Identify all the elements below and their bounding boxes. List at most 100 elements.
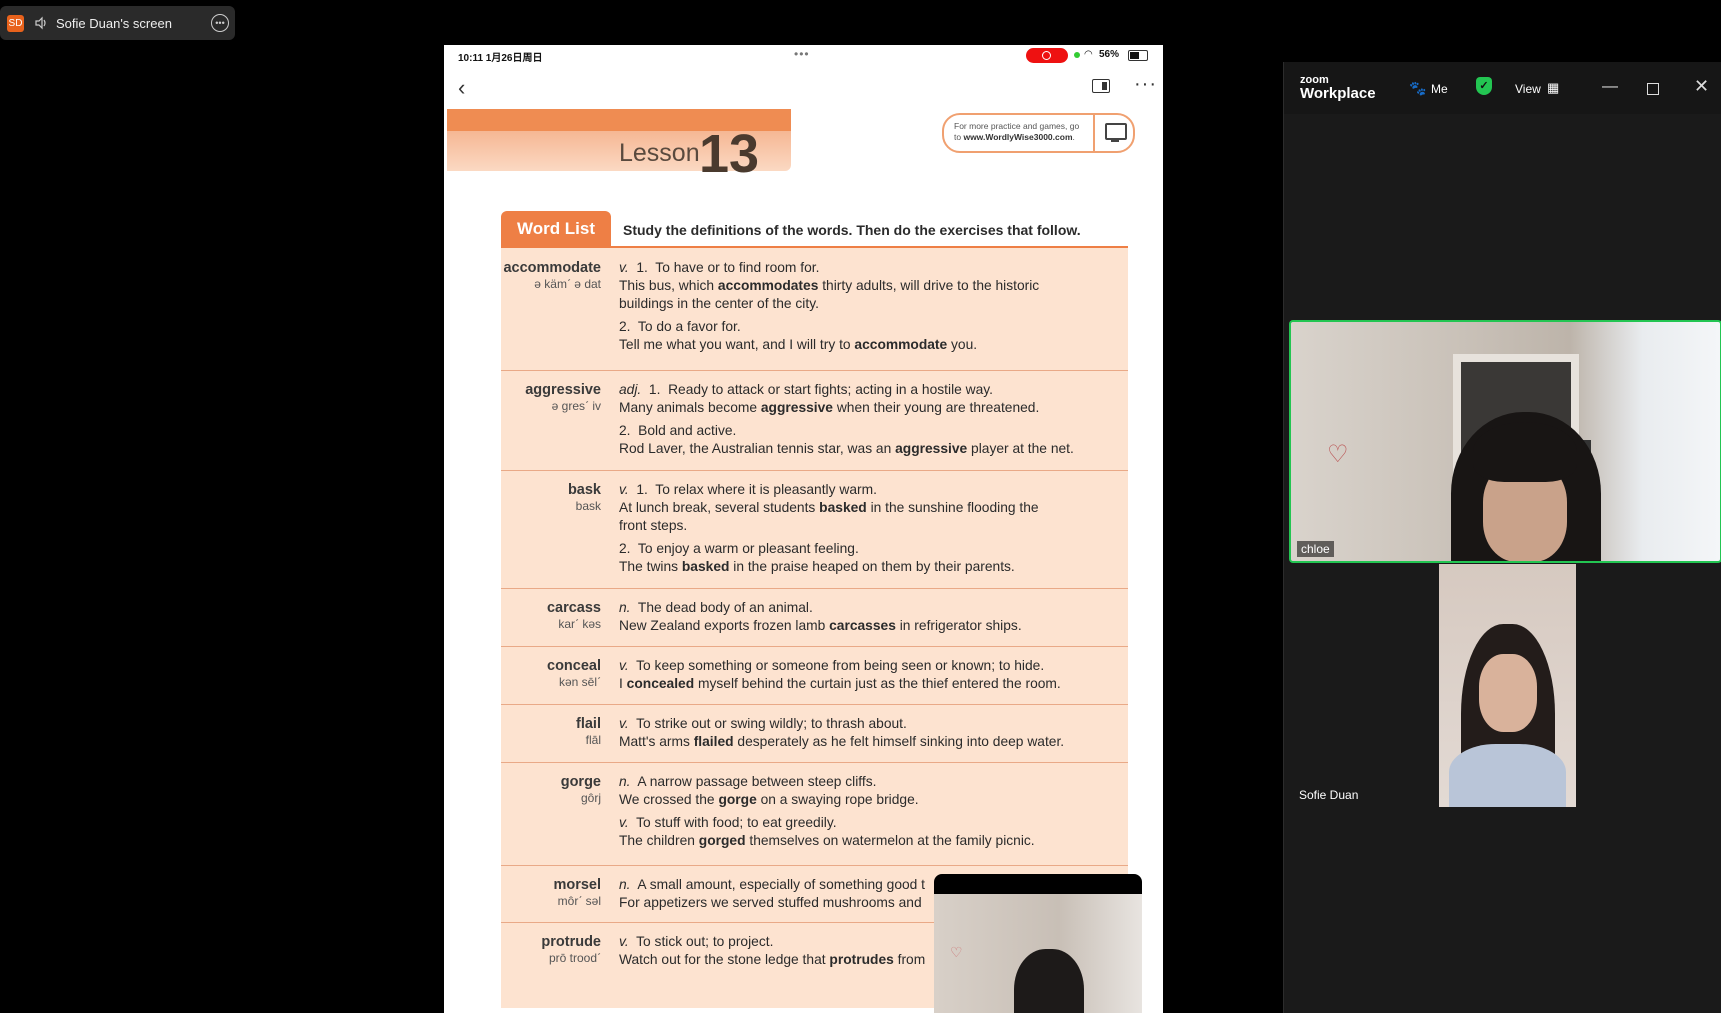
heart-decoration: ♡ [950, 944, 963, 960]
text-segment: To stuff with food; to eat greedily. [628, 815, 837, 830]
definitions: v. To strike out or swing wildly; to thr… [619, 715, 1119, 751]
text-segment: Many animals become [619, 400, 761, 415]
word-entry: accommodate ə kämˊ ə dat v. 1. To have or … [501, 248, 1128, 371]
part-of-speech: n. [619, 877, 631, 892]
definition-line: We crossed the gorge on a swaying rope b… [619, 791, 1119, 809]
close-icon[interactable]: ✕ [1694, 76, 1709, 97]
text-segment: Watch out for the stone ledge that [619, 952, 830, 967]
text-segment: For appetizers we served stuffed mushroo… [619, 895, 922, 910]
vocab-word: protrudes [829, 952, 894, 967]
headword: gorge gôrj [501, 774, 601, 805]
text-segment: from [893, 952, 926, 967]
status-bar: 10:11 1月26日周日 ••• ◠ 56% [444, 45, 1163, 67]
text-segment: New Zealand exports frozen lamb [619, 618, 830, 633]
text-segment: in the praise heaped on them by their pa… [729, 559, 1015, 574]
text-segment: Matt's arms [619, 734, 694, 749]
text-segment: To stick out; to project. [628, 934, 774, 949]
pronunciation: ə gresˊ iv [551, 399, 601, 413]
camera-active-icon [1074, 52, 1080, 58]
definition-line: v. 1. To relax where it is pleasantly wa… [619, 481, 1119, 499]
text-segment: front steps. [619, 518, 688, 533]
vocab-word: basked [681, 559, 730, 574]
headword: protrude prō troodˊ [501, 934, 601, 965]
definition-line: v. 1. To have or to find room for. [619, 259, 1119, 277]
pronunciation: flāl [585, 733, 601, 747]
part-of-speech: v. [619, 716, 629, 731]
speaker-icon[interactable] [34, 16, 48, 30]
definition-line: Matt's arms flailed desperately as he fe… [619, 733, 1119, 751]
minimize-icon[interactable]: — [1602, 78, 1618, 96]
definition-line: n. A narrow passage between steep cliffs… [619, 773, 1119, 791]
part-of-speech: v. [619, 482, 629, 497]
self-view-video[interactable]: ♡ [934, 874, 1142, 1013]
back-chevron-icon[interactable]: ‹ [458, 75, 465, 101]
headword-text: accommodate [503, 260, 601, 276]
part-of-speech: adj. [619, 382, 642, 397]
headword-text: protrude [541, 934, 601, 950]
text-segment: player at the net. [967, 441, 1074, 456]
text-segment: Tell me what you want, and I will try to [619, 337, 855, 352]
text-segment: To strike out or swing wildly; to thrash… [628, 716, 907, 731]
part-of-speech: v. [619, 934, 629, 949]
part-of-speech: n. [619, 774, 631, 789]
text-segment: buildings in the center of the city. [619, 296, 819, 311]
view-button[interactable]: View [1515, 82, 1541, 96]
heart-decoration: ♡ [1327, 441, 1349, 468]
recording-icon[interactable] [1026, 48, 1068, 63]
shield-icon[interactable]: ✓ [1476, 77, 1492, 95]
text-segment: The dead body of an animal. [630, 600, 813, 615]
pronunciation: kən sēlˊ [558, 675, 601, 689]
more-options-icon[interactable]: ••• [211, 14, 229, 32]
text-segment: Rod Laver, the Australian tennis star, w… [619, 441, 896, 456]
sidebar-toggle-icon[interactable] [1092, 79, 1110, 93]
vocab-word: gorged [698, 833, 746, 848]
lesson-word: Lesson [619, 139, 700, 167]
headword-text: carcass [546, 600, 601, 616]
definition-line: n. The dead body of an animal. [619, 599, 1119, 617]
apps-icon[interactable]: 🐾 [1409, 80, 1426, 97]
definition-line: front steps. [619, 517, 1119, 535]
text-segment: you. [947, 337, 978, 352]
shared-screen: 10:11 1月26日周日 ••• ◠ 56% ‹ ··· Lesson 13 … [444, 45, 1163, 1013]
headword-text: aggressive [525, 382, 601, 398]
definition-line: v. To keep something or someone from bei… [619, 657, 1119, 675]
vocab-word: accommodate [854, 337, 948, 352]
promo-text: For more practice and games, go to www.W… [954, 121, 1080, 142]
definition-line: adj. 1. Ready to attack or start fights;… [619, 381, 1119, 399]
definition-line: I concealed myself behind the curtain ju… [619, 675, 1119, 693]
definitions: n. A narrow passage between steep cliffs… [619, 773, 1119, 850]
grid-icon[interactable]: ▦ [1547, 80, 1559, 96]
pronunciation: ə kämˊ ə dat [534, 277, 601, 291]
more-icon[interactable]: ··· [1134, 73, 1157, 96]
headword: conceal kən sēlˊ [501, 658, 601, 689]
apps-label[interactable]: Me [1431, 82, 1448, 96]
text-segment: A narrow passage between steep cliffs. [630, 774, 877, 789]
text-segment: 2. To enjoy a warm or pleasant feeling. [619, 541, 859, 556]
definition-line: 2. Bold and active. [619, 422, 1119, 440]
text-segment: in refrigerator ships. [895, 618, 1022, 633]
headword-text: conceal [547, 658, 601, 674]
text-segment: A small amount, especially of something … [630, 877, 926, 892]
vocab-word: carcasses [829, 618, 896, 633]
vocab-word: aggressive [760, 400, 833, 415]
vocab-word: aggressive [895, 441, 968, 456]
pronunciation: karˊ kəs [558, 617, 601, 631]
definition-line: This bus, which accommodates thirty adul… [619, 277, 1119, 295]
multitask-dots-icon[interactable]: ••• [794, 47, 810, 61]
word-entry: aggressive ə gresˊ iv adj. 1. Ready to att… [501, 370, 1128, 471]
pronunciation: gôrj [580, 791, 601, 805]
text-segment: 1. To have or to find room for. [628, 260, 820, 275]
text-segment: desperately as he felt himself sinking i… [733, 734, 1065, 749]
definition-line: 2. To enjoy a warm or pleasant feeling. [619, 540, 1119, 558]
definitions: n. The dead body of an animal. New Zealan… [619, 599, 1119, 635]
definition-line: At lunch break, several students basked … [619, 499, 1119, 517]
screen-share-indicator[interactable]: SD Sofie Duan's screen ••• [0, 6, 235, 40]
vocab-word: concealed [626, 676, 695, 691]
maximize-icon[interactable] [1647, 83, 1659, 95]
part-of-speech: v. [619, 260, 629, 275]
video-tile-sofie[interactable]: Sofie Duan [1289, 564, 1721, 807]
video-tile-chloe[interactable]: ♡ chloe [1289, 320, 1721, 563]
headword-text: gorge [560, 774, 601, 790]
text-segment: The children [619, 833, 699, 848]
word-entry: carcass karˊ kəs n. The dead body of an an… [501, 588, 1128, 647]
